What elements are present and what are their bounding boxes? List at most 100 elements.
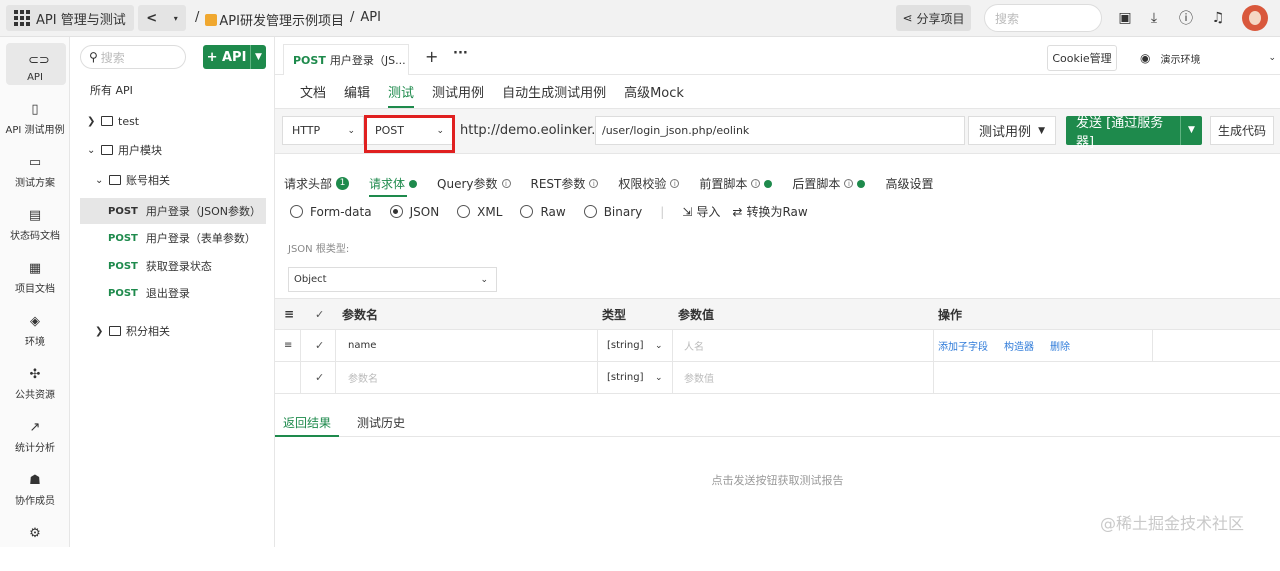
history-nav[interactable]: < ▾ [138,5,186,31]
delete-link[interactable]: 删除 [1050,338,1070,353]
tab-advanced-settings[interactable]: 高级设置 [885,175,933,192]
add-api-button[interactable]: + API ▼ [203,45,266,69]
avatar[interactable] [1242,5,1268,31]
empty-result-message: 点击发送按钮获取测试报告 [711,474,844,487]
tree-api-item[interactable]: POST 退出登录 [70,280,275,306]
convert-raw-button[interactable]: ⇄ 转换为Raw [732,203,807,220]
tab-edit[interactable]: 编辑 [335,75,379,108]
import-button[interactable]: ⇲ 导入 [682,203,720,220]
testcase-button[interactable]: 测试用例 ▼ [968,116,1056,145]
nav-item-api-testcases[interactable]: ▯ API 测试用例 [0,97,70,147]
tab-rest-params[interactable]: REST参数 i [531,175,599,192]
param-name-input[interactable]: 参数名 [348,362,378,393]
breadcrumb-project[interactable]: API研发管理示例项目 [205,10,344,29]
param-type-select[interactable]: [string] [607,330,644,361]
send-button[interactable]: 发送 [通过服务器] ▼ [1066,116,1202,150]
row-checkbox[interactable]: ✓ [315,362,324,393]
tree-folder-points[interactable]: ❯ 积分相关 [70,318,275,344]
request-bar: HTTP ⌄ POST ⌄ http://demo.eolinker.com /… [275,109,1280,154]
param-name-input[interactable]: name [348,330,376,361]
tab-request-headers[interactable]: 请求头部 1 [284,175,350,192]
generate-code-button[interactable]: 生成代码 [1210,116,1274,145]
download-icon[interactable]: ⤓ [1145,9,1163,27]
global-search-input[interactable]: 搜索 [984,4,1102,32]
app-title: API 管理与测试 [36,12,126,28]
chevron-right-icon[interactable]: ❯ [87,116,97,127]
puzzle-icon: ✣ [29,367,41,382]
builder-link[interactable]: 构造器 [1004,338,1034,353]
chevron-down-icon[interactable]: ▼ [1180,116,1202,145]
tab-advanced-mock[interactable]: 高级Mock [615,75,693,108]
radio-json[interactable]: JSON [389,205,439,219]
tab-post-script[interactable]: 后置脚本 i [792,175,866,192]
chevron-down-icon: ⌄ [1268,53,1276,63]
radio-form-data[interactable]: Form-data [290,205,372,219]
param-type-select[interactable]: [string] [607,362,644,393]
radio-xml[interactable]: XML [457,205,502,219]
tree-api-item[interactable]: POST 用户登录（JSON参数） [80,198,266,224]
tree-folder-user[interactable]: ⌄ 用户模块 [70,137,275,163]
chevron-down-icon[interactable]: ⌄ [95,175,105,186]
nav-item-members[interactable]: ☗ 协作成员 [0,468,70,518]
table-row: ≡ ✓ name [string] ⌄ 人名 添加子字段 构造器 删除 [275,330,1280,362]
tree-search-input[interactable]: ⚲ 搜索 [80,45,186,69]
drag-handle-icon[interactable]: ≡ [284,330,292,361]
select-all-checkbox[interactable]: ✓ [315,299,324,329]
tab-test[interactable]: 测试 [379,75,423,108]
param-value-input[interactable]: 参数值 [684,362,714,393]
json-root-select[interactable]: Object ⌄ [288,267,497,292]
tab-test-history[interactable]: 测试历史 [349,410,413,436]
help-icon[interactable]: ⓘ [1177,9,1195,27]
protocol-select[interactable]: HTTP ⌄ [282,116,364,145]
row-checkbox[interactable]: ✓ [315,330,324,361]
tab-request-body[interactable]: 请求体 [369,175,418,197]
nav-item-environment[interactable]: ◈ 环境 [0,309,70,359]
breadcrumb-sep: / [195,10,200,25]
param-value-input[interactable]: 人名 [684,330,704,361]
add-child-field-link[interactable]: 添加子字段 [938,338,988,353]
breadcrumb-api[interactable]: API [360,10,381,29]
tab-result[interactable]: 返回结果 [275,410,340,437]
tab-testcases[interactable]: 测试用例 [423,75,493,108]
document-tabs-bar: POST 用户登录（JS... + ··· Cookie管理 ◉ 演示环境 ⌄ [275,37,1280,75]
tab-user-login[interactable]: POST 用户登录（JS... [283,44,409,75]
add-tab-button[interactable]: + [425,47,438,66]
chevron-down-icon[interactable]: ⌄ [87,145,97,156]
nav-item-status-codes[interactable]: ▤ 状态码文档 [0,203,70,253]
tree-all-apis[interactable]: 所有 API [70,77,275,103]
table-header: ≡ ✓ 参数名 类型 参数值 操作 [275,298,1280,330]
tab-pre-script[interactable]: 前置脚本 i [699,175,773,192]
nav-item-settings[interactable]: ⚙ [0,521,70,571]
nav-item-statistics[interactable]: ↗ 统计分析 [0,415,70,465]
nav-item-public-resources[interactable]: ✣ 公共资源 [0,362,70,412]
tab-query-params[interactable]: Query参数 i [437,175,511,192]
nav-item-test-plan[interactable]: ▭ 测试方案 [0,150,70,200]
chevron-down-icon[interactable]: ▾ [174,14,178,23]
tab-autogen-testcases[interactable]: 自动生成测试用例 [493,75,615,108]
chevron-right-icon[interactable]: ❯ [95,326,105,337]
chevron-down-icon[interactable]: ▼ [250,45,266,69]
environment-select[interactable]: ◉ 演示环境 ⌄ [1130,42,1280,74]
app-switcher-button[interactable]: API 管理与测试 [6,5,134,31]
tree-api-item[interactable]: POST 用户登录（表单参数） [70,225,275,251]
more-tabs-button[interactable]: ··· [453,46,468,61]
nav-item-api[interactable]: ⊂⊃ API [0,37,70,87]
nav-item-project-docs[interactable]: ▦ 项目文档 [0,256,70,306]
url-path-input[interactable]: /user/login_json.php/eolink [595,116,965,145]
bell-icon[interactable]: ♫ [1209,9,1227,27]
radio-raw[interactable]: Raw [520,205,566,219]
tab-auth[interactable]: 权限校验 i [618,175,680,192]
list-doc-icon: ▦ [28,261,42,276]
radio-binary[interactable]: Binary [583,205,642,219]
cookie-manage-button[interactable]: Cookie管理 [1047,45,1117,71]
back-button[interactable]: < [146,11,157,26]
cube-icon: ◈ [30,314,40,329]
chevron-down-icon: ⌄ [655,340,663,351]
inbox-icon[interactable]: ▣ [1116,9,1134,27]
method-highlight-box [364,115,455,153]
tree-api-item[interactable]: POST 获取登录状态 [70,253,275,279]
tree-folder-account[interactable]: ⌄ 账号相关 [70,167,275,193]
share-project-button[interactable]: ⋖ 分享项目 [896,5,971,31]
tree-folder-test[interactable]: ❯ test [70,108,275,134]
tab-docs[interactable]: 文档 [291,75,335,108]
